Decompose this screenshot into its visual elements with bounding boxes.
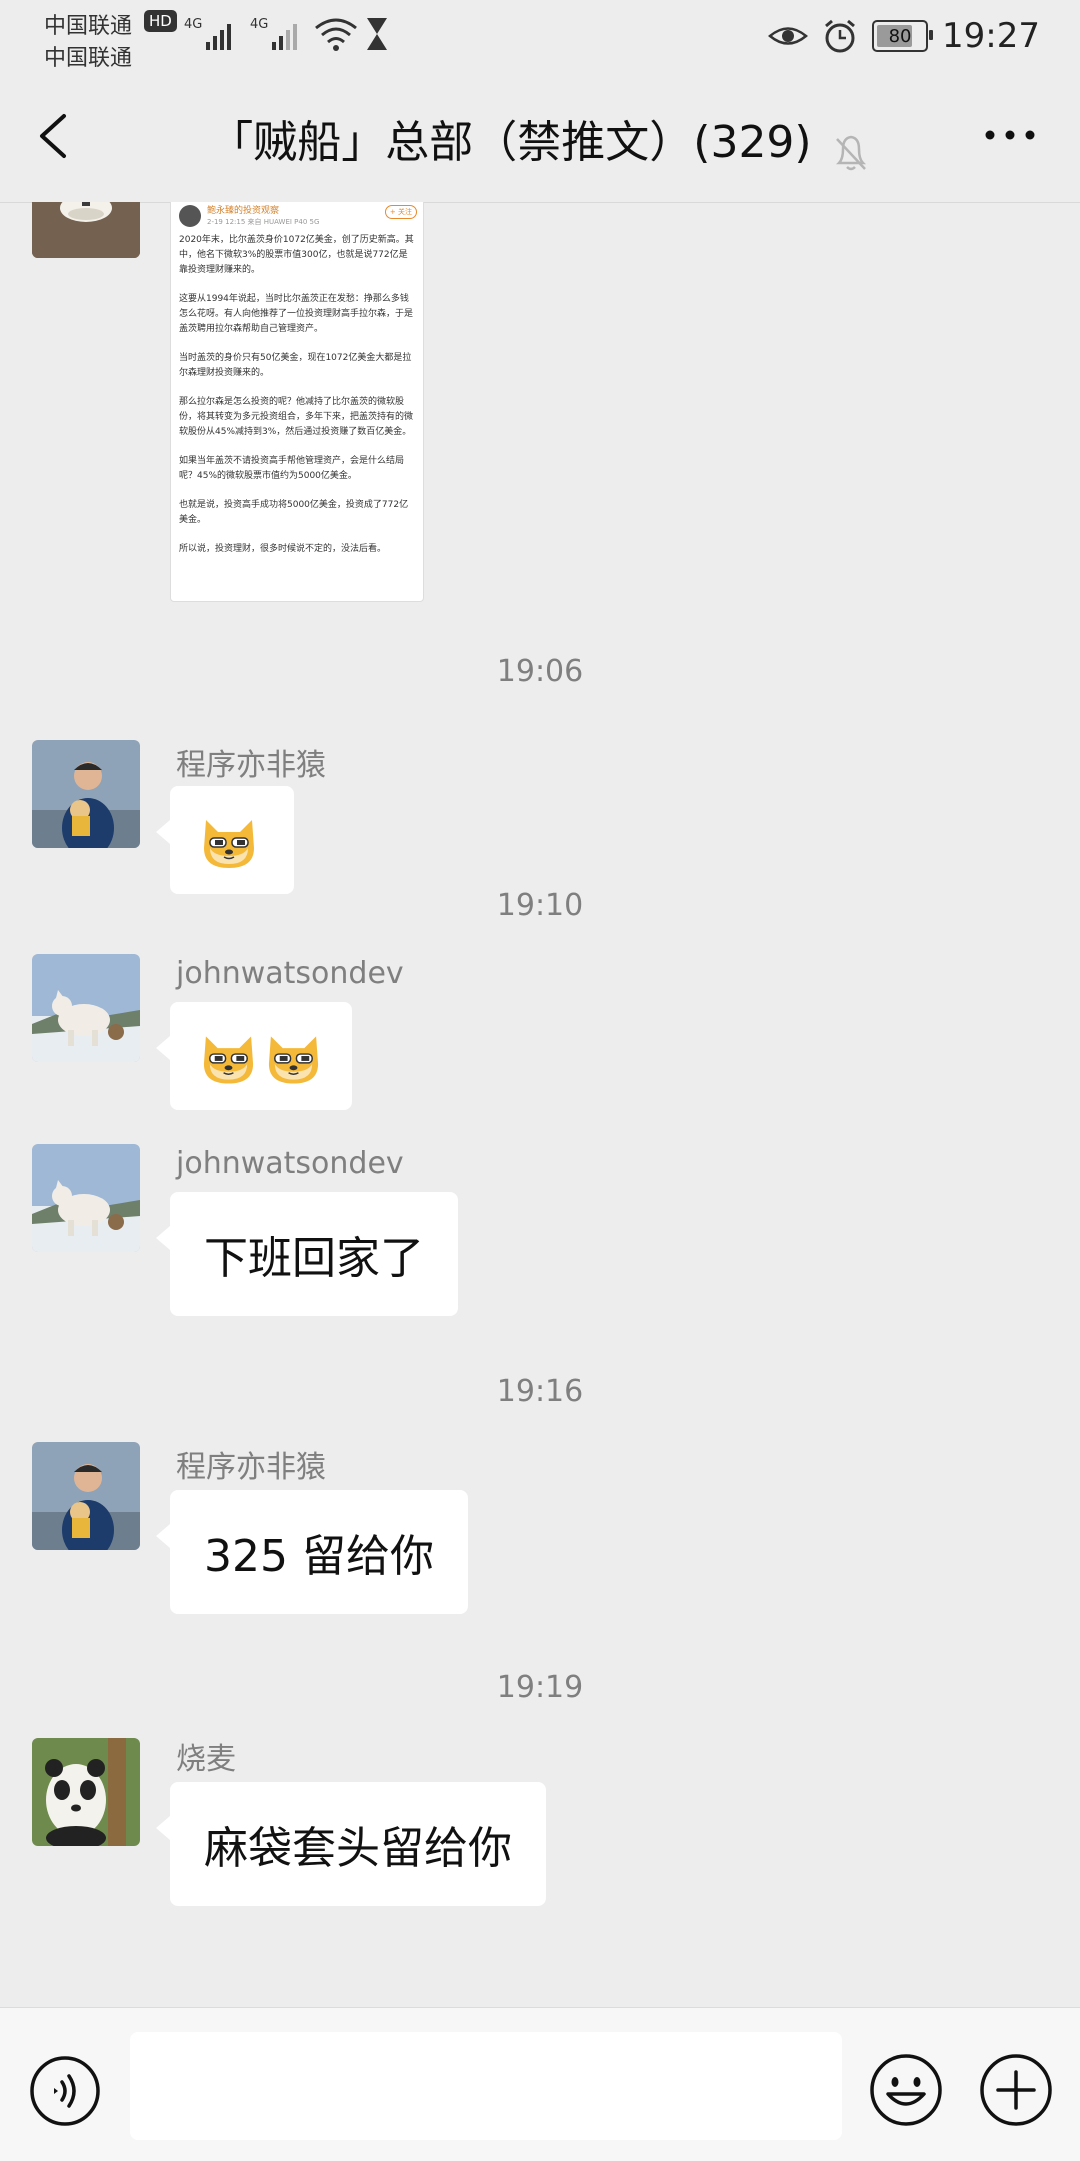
image-message-body: 2020年末，比尔盖茨身价1072亿美金，创了历史新高。其中，他名下微软3%的股… — [171, 229, 423, 575]
status-right-group: 80 19:27 — [768, 14, 1040, 58]
text-message-bubble[interactable]: 下班回家了 — [156, 1192, 458, 1316]
image-message-author: 鲍永臻的投资观察 — [207, 206, 280, 216]
emoji-button[interactable] — [868, 2052, 944, 2128]
title-wrap: 「贼船」总部（禁推文）(329) — [0, 106, 1080, 175]
eye-icon — [768, 27, 808, 45]
doge-emoji-icon — [203, 1036, 254, 1084]
carrier-2-label: 中国联通 — [44, 46, 133, 71]
avatar[interactable] — [32, 202, 140, 258]
battery-level: 80 — [888, 25, 912, 47]
doge-emoji-icon — [268, 1036, 319, 1084]
chat-header: 「贼船」总部（禁推文）(329) — [0, 70, 1080, 203]
carrier-1-label: 中国联通 — [44, 14, 133, 39]
network-1-label: 4G — [184, 17, 202, 32]
message-timestamp: 19:19 — [496, 1670, 584, 1705]
hourglass-icon — [367, 18, 387, 50]
image-message-follow: + 关注 — [384, 205, 417, 219]
chat-message-list[interactable]: 鲍永臻的投资观察 2-19 12:15 来自 HUAWEI P40 5G + 关… — [0, 202, 1080, 2007]
avatar-image — [32, 1738, 140, 1846]
message-text: 麻袋套头留给你 — [204, 1823, 512, 1874]
image-message[interactable]: 鲍永臻的投资观察 2-19 12:15 来自 HUAWEI P40 5G + 关… — [170, 202, 424, 602]
signal-2-icon: 4G — [250, 17, 297, 50]
avatar[interactable] — [32, 954, 140, 1062]
image-paragraph: 那么拉尔森是怎么投资的呢？他减持了比尔盖茨的微软股份，将其转变为多元投资组合，多… — [179, 397, 414, 437]
emoji-message-bubble[interactable] — [156, 786, 294, 896]
status-time: 19:27 — [942, 16, 1040, 56]
image-paragraph: 所以说，投资理财，很多时候说不定的，没法后看。 — [179, 544, 387, 554]
chat-title[interactable]: 「贼船」总部（禁推文）(329) — [209, 117, 811, 168]
message-timestamp: 19:16 — [496, 1374, 584, 1409]
sender-name: 程序亦非猿 — [176, 1450, 326, 1485]
signal-1-icon: 4G — [184, 17, 231, 50]
text-message-bubble[interactable]: 325 留给你 — [156, 1490, 468, 1614]
image-paragraph: 也就是说，投资高手成功将5000亿美金，投资成了772亿美金。 — [179, 500, 409, 525]
emoji-row — [170, 1002, 352, 1112]
image-message-avatar — [179, 205, 201, 227]
avatar-image — [32, 202, 140, 258]
input-bar — [0, 2007, 1080, 2161]
image-message-meta: 2-19 12:15 来自 HUAWEI P40 5G — [207, 218, 320, 226]
battery-indicator: 80 — [872, 20, 934, 52]
voice-icon — [30, 2056, 100, 2126]
avatar[interactable] — [32, 1144, 140, 1252]
wifi-icon — [315, 18, 357, 51]
doge-emoji-icon — [204, 820, 254, 868]
avatar-image — [32, 1442, 140, 1550]
more-dots-icon — [985, 130, 1035, 140]
avatar-image — [32, 954, 140, 1062]
message-timestamp: 19:10 — [496, 888, 584, 923]
more-button[interactable] — [980, 120, 1040, 150]
alarm-icon — [825, 19, 855, 53]
sender-name: johnwatsondev — [176, 956, 404, 991]
status-bar: 中国联通 HD 中国联通 4G 4G 80 19:27 — [0, 0, 1080, 71]
sender-name: 烧麦 — [176, 1742, 236, 1777]
network-2-label: 4G — [250, 17, 268, 32]
avatar[interactable] — [32, 1442, 140, 1550]
avatar-image — [32, 740, 140, 848]
smiley-icon — [870, 2054, 942, 2126]
image-paragraph: 2020年末，比尔盖茨身价1072亿美金，创了历史新高。其中，他名下微软3%的股… — [179, 235, 414, 275]
sender-name: johnwatsondev — [176, 1146, 404, 1181]
message-text: 下班回家了 — [204, 1233, 424, 1284]
emoji-row — [170, 786, 294, 896]
image-paragraph: 这要从1994年说起，当时比尔盖茨正在发愁：挣那么多钱怎么花呀。有人向他推荐了一… — [179, 294, 414, 334]
hd-badge: HD — [144, 10, 177, 32]
message-timestamp: 19:06 — [496, 654, 584, 689]
image-paragraph: 当时盖茨的身价只有50亿美金，现在1072亿美金大都是拉尔森理财投资赚来的。 — [179, 353, 412, 378]
bell-slash-icon — [835, 135, 866, 170]
avatar-image — [32, 1144, 140, 1252]
plus-circle-icon — [980, 2054, 1052, 2126]
plus-button[interactable] — [978, 2052, 1054, 2128]
voice-button[interactable] — [28, 2054, 102, 2128]
image-paragraph: 如果当年盖茨不请投资高手帮他管理资产，会是什么结局呢？45%的微软股票市值约为5… — [179, 456, 405, 481]
avatar[interactable] — [32, 1738, 140, 1846]
sender-name: 程序亦非猿 — [176, 748, 326, 783]
image-message-header: 鲍永臻的投资观察 2-19 12:15 来自 HUAWEI P40 5G + 关… — [171, 202, 423, 229]
emoji-message-bubble[interactable] — [156, 1002, 352, 1112]
text-message-bubble[interactable]: 麻袋套头留给你 — [156, 1782, 546, 1906]
avatar[interactable] — [32, 740, 140, 848]
message-input[interactable] — [130, 2032, 842, 2140]
message-text: 325 留给你 — [204, 1531, 434, 1582]
